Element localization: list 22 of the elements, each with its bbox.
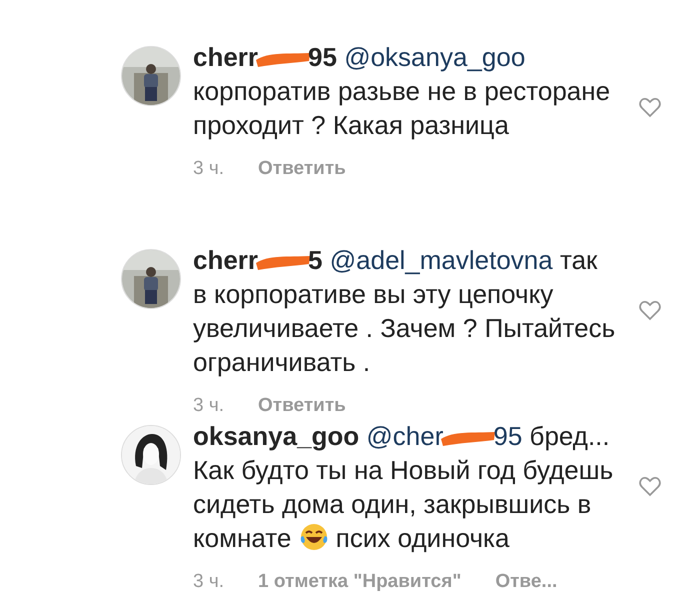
- mention-link[interactable]: 95: [493, 421, 522, 451]
- comment-time: 3 ч.: [193, 395, 224, 417]
- comment-text: комнате: [193, 523, 292, 553]
- comment-time: 3 ч.: [193, 571, 224, 593]
- comment-text: бред...: [530, 421, 610, 451]
- username: 5: [308, 245, 323, 275]
- heart-icon[interactable]: [638, 475, 662, 499]
- mention-link[interactable]: @oksanya_goo: [344, 42, 526, 72]
- username: cherr: [193, 245, 258, 275]
- mention-link[interactable]: @adel_mavletovna: [330, 245, 553, 275]
- heart-icon[interactable]: [638, 96, 662, 120]
- mention-link[interactable]: @cher: [366, 421, 444, 451]
- username: oksanya_goo: [193, 421, 360, 451]
- comment-text: в корпоративе вы эту цепочку увеличиваете . Зачем ? Пытайтесь ограничивать .: [193, 278, 616, 379]
- comment-text: так: [560, 245, 598, 275]
- username: cherr: [193, 42, 258, 72]
- laughing-emoji-icon: [298, 522, 329, 552]
- comment-text: корпоратив разьве не в ресторане проходит ? Какая разница: [193, 75, 612, 142]
- comment-time: 3 ч.: [193, 158, 224, 180]
- heart-icon[interactable]: [638, 299, 662, 323]
- username: 95: [308, 42, 337, 72]
- comment-text: псих одиночка: [336, 523, 510, 553]
